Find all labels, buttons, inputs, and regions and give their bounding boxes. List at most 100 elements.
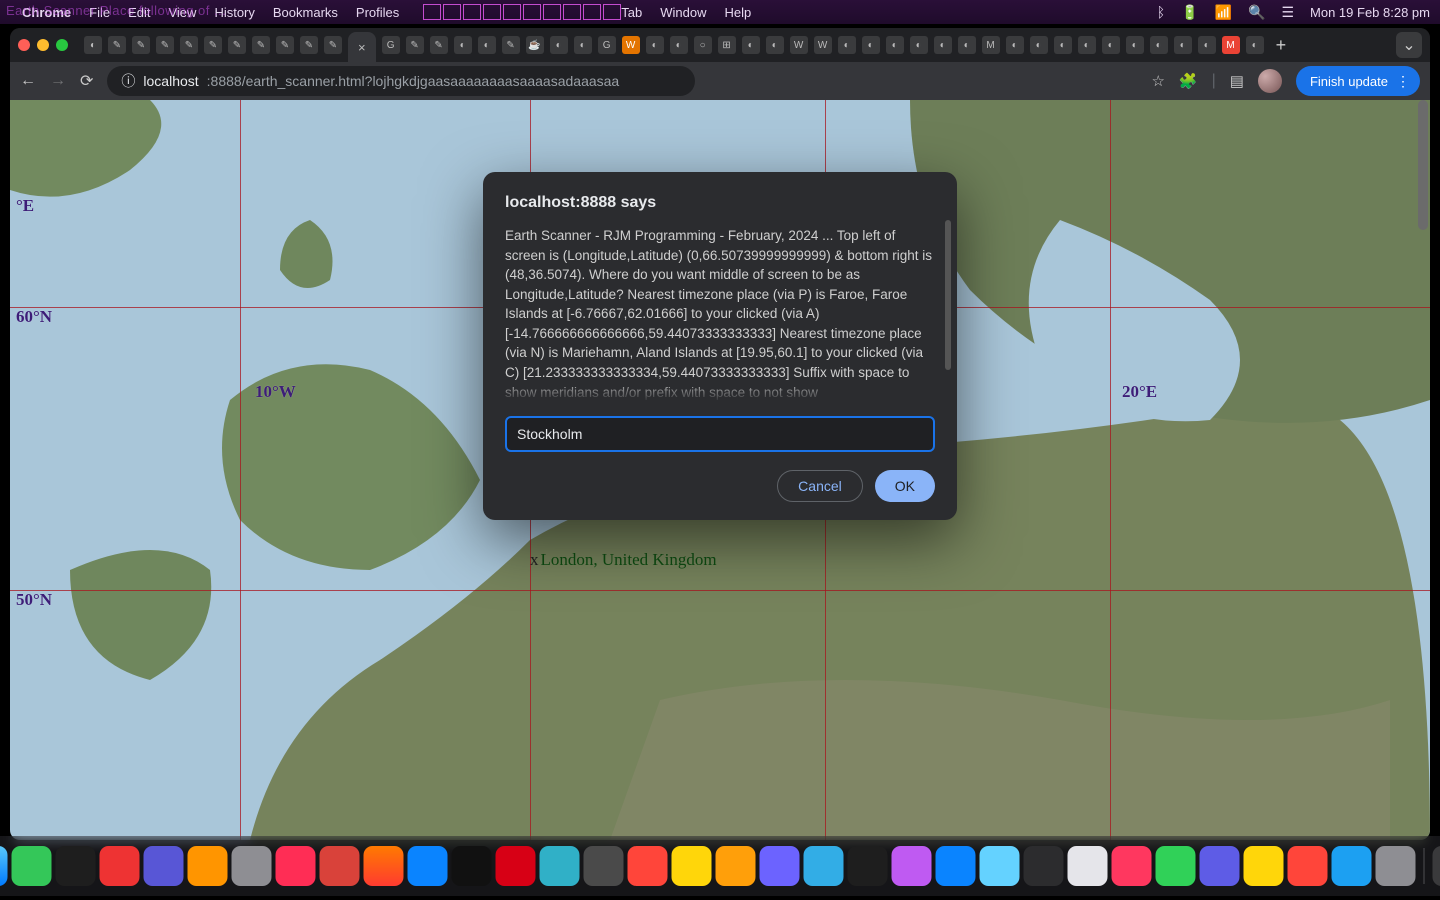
dock-app[interactable] <box>1288 846 1328 886</box>
background-tab[interactable]: ◐ <box>934 36 952 54</box>
background-tab[interactable]: ✎ <box>324 36 342 54</box>
background-tab[interactable]: ◐ <box>1102 36 1120 54</box>
menubar-clock[interactable]: Mon 19 Feb 8:28 pm <box>1310 5 1430 20</box>
background-tab[interactable]: ◐ <box>910 36 928 54</box>
background-tab[interactable]: ◐ <box>838 36 856 54</box>
close-tab-icon[interactable]: × <box>358 40 366 55</box>
menu-help[interactable]: Help <box>725 5 752 20</box>
dock-app[interactable] <box>584 846 624 886</box>
dock-app[interactable] <box>760 846 800 886</box>
menubar-app-name[interactable]: Chrome <box>22 5 71 20</box>
dock-app[interactable] <box>144 846 184 886</box>
menu-file[interactable]: File <box>89 5 110 20</box>
background-tab[interactable]: ✎ <box>502 36 520 54</box>
dock-app[interactable] <box>12 846 52 886</box>
dock-app[interactable] <box>804 846 844 886</box>
background-tab[interactable]: M <box>982 36 1000 54</box>
background-tab[interactable]: ◐ <box>84 36 102 54</box>
new-tab-button[interactable]: + <box>1276 35 1287 56</box>
background-tab[interactable]: ✎ <box>108 36 126 54</box>
profile-avatar[interactable] <box>1258 69 1282 93</box>
dock-app[interactable] <box>980 846 1020 886</box>
background-tab[interactable]: W <box>814 36 832 54</box>
background-tab[interactable]: ✎ <box>156 36 174 54</box>
dock-app[interactable] <box>1068 846 1108 886</box>
background-tab[interactable]: ◐ <box>742 36 760 54</box>
background-tab[interactable]: ◐ <box>1174 36 1192 54</box>
background-tab[interactable]: ⊞ <box>718 36 736 54</box>
bluetooth-icon[interactable]: ᛒ <box>1157 4 1165 20</box>
dock-app[interactable] <box>408 846 448 886</box>
reload-button[interactable]: ⟳ <box>80 71 93 91</box>
background-tab[interactable]: ◐ <box>574 36 592 54</box>
background-tab[interactable]: ✎ <box>132 36 150 54</box>
background-tab[interactable]: ◐ <box>1078 36 1096 54</box>
background-tab[interactable]: ◐ <box>646 36 664 54</box>
tab-overflow-button[interactable]: ⌄ <box>1396 32 1422 58</box>
scrollbar-thumb[interactable] <box>1418 100 1428 230</box>
dock-app[interactable] <box>1112 846 1152 886</box>
background-tab[interactable]: ◐ <box>478 36 496 54</box>
dock-app[interactable] <box>100 846 140 886</box>
window-traffic-lights[interactable] <box>18 39 68 51</box>
ok-button[interactable]: OK <box>875 470 935 502</box>
side-panel-icon[interactable]: ▤ <box>1230 72 1244 90</box>
dock-app[interactable] <box>232 846 272 886</box>
menu-tab[interactable]: Tab <box>621 5 642 20</box>
dock-app[interactable] <box>848 846 888 886</box>
zoom-window-icon[interactable] <box>56 39 68 51</box>
background-tab[interactable]: ◐ <box>1198 36 1216 54</box>
close-window-icon[interactable] <box>18 39 30 51</box>
dock-app[interactable] <box>0 846 8 886</box>
dock-app[interactable] <box>628 846 668 886</box>
background-tab[interactable]: ◐ <box>454 36 472 54</box>
dock-app[interactable] <box>1332 846 1372 886</box>
background-tab[interactable]: ◐ <box>1030 36 1048 54</box>
dock-folder[interactable] <box>1433 846 1440 886</box>
extensions-icon[interactable]: 🧩 <box>1179 72 1198 90</box>
background-tab[interactable]: ◐ <box>958 36 976 54</box>
menu-window[interactable]: Window <box>660 5 706 20</box>
dock-app[interactable] <box>320 846 360 886</box>
background-tab[interactable]: ✎ <box>228 36 246 54</box>
background-tab[interactable]: ✎ <box>406 36 424 54</box>
finish-update-button[interactable]: Finish update ⋮ <box>1296 66 1420 96</box>
dock-app[interactable] <box>364 846 404 886</box>
site-info-icon[interactable]: ⓘ <box>121 71 135 91</box>
macos-dock[interactable] <box>0 836 1440 896</box>
minimize-window-icon[interactable] <box>37 39 49 51</box>
dock-app[interactable] <box>188 846 228 886</box>
background-tab[interactable]: ✎ <box>276 36 294 54</box>
background-tab[interactable]: ✎ <box>300 36 318 54</box>
dock-app[interactable] <box>1156 846 1196 886</box>
menu-history[interactable]: History <box>214 5 254 20</box>
dock-app[interactable] <box>496 846 536 886</box>
battery-icon[interactable]: 🔋 <box>1181 4 1198 21</box>
dock-app[interactable] <box>1376 846 1416 886</box>
dock-app[interactable] <box>1024 846 1064 886</box>
menu-profiles[interactable]: Profiles <box>356 5 399 20</box>
background-tab[interactable]: ✎ <box>252 36 270 54</box>
dock-app[interactable] <box>1200 846 1240 886</box>
background-tab[interactable]: ◐ <box>862 36 880 54</box>
background-tab[interactable]: ◐ <box>550 36 568 54</box>
control-center-icon[interactable]: ☰ <box>1281 4 1294 21</box>
omnibox[interactable]: ⓘ localhost:8888/earth_scanner.html?lojh… <box>107 66 695 96</box>
background-tab[interactable]: ◐ <box>766 36 784 54</box>
background-tab[interactable]: ◐ <box>1054 36 1072 54</box>
chrome-menu-icon[interactable]: ⋮ <box>1396 73 1410 90</box>
cancel-button[interactable]: Cancel <box>777 470 863 502</box>
page-scrollbar[interactable] <box>1416 100 1430 840</box>
place-label-london[interactable]: xLondon, United Kingdom <box>530 550 717 570</box>
background-tab[interactable]: ○ <box>694 36 712 54</box>
background-tab[interactable]: W <box>622 36 640 54</box>
dock-app[interactable] <box>672 846 712 886</box>
spotlight-icon[interactable]: 🔍 <box>1248 4 1265 21</box>
menu-edit[interactable]: Edit <box>128 5 150 20</box>
dialog-prompt-input[interactable] <box>505 416 935 452</box>
background-tab[interactable]: ◐ <box>670 36 688 54</box>
background-tab[interactable]: W <box>790 36 808 54</box>
dock-app[interactable] <box>716 846 756 886</box>
background-tab[interactable]: ✎ <box>430 36 448 54</box>
background-tab[interactable]: G <box>382 36 400 54</box>
